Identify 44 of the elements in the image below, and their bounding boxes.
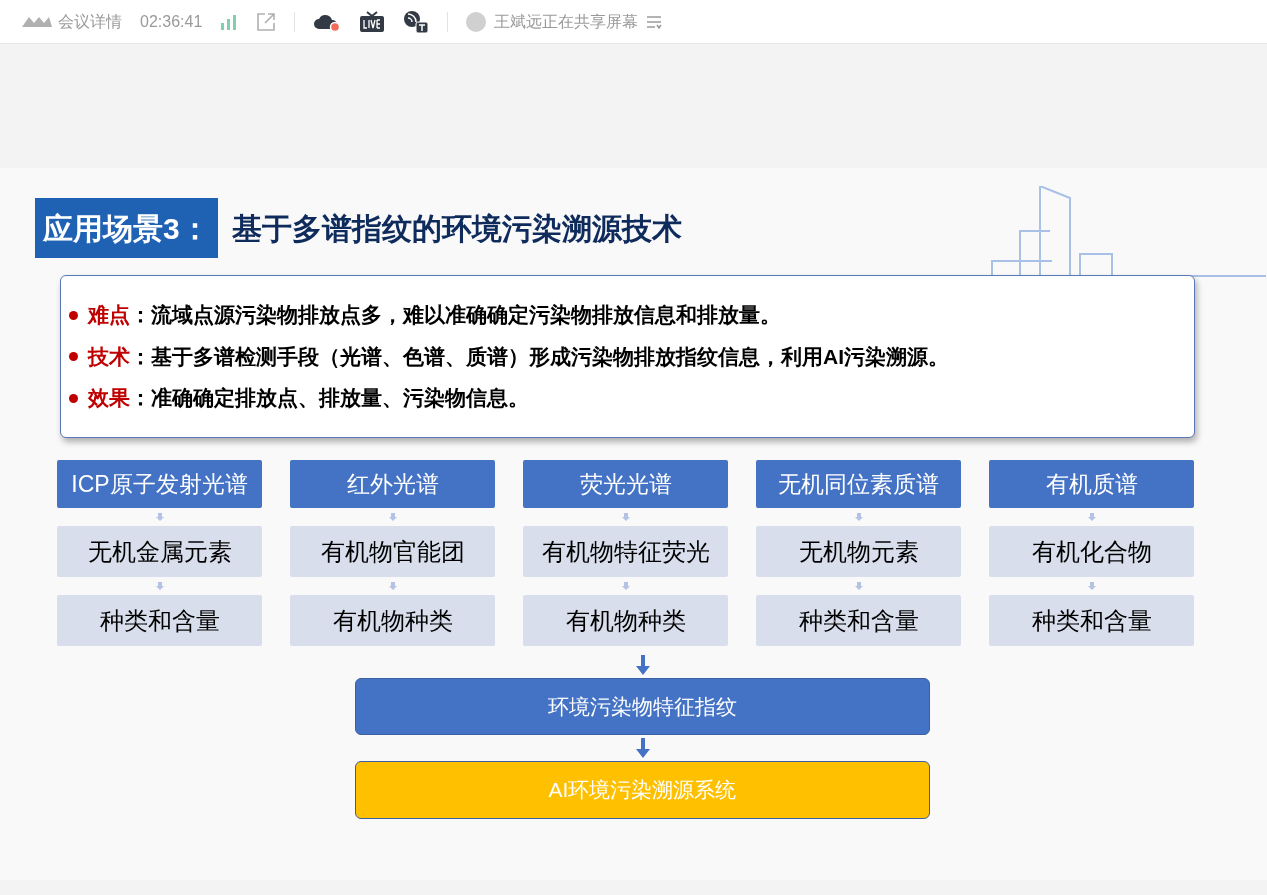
bullet-icon	[69, 352, 78, 361]
down-arrow-icon	[621, 582, 630, 590]
bullet-icon	[69, 393, 78, 403]
title-label: 应用场景3：	[35, 198, 218, 258]
bullet-icon	[69, 310, 78, 320]
slide-title: 基于多谱指纹的环境污染溯源技术	[231, 210, 682, 247]
result-box: 有机物种类	[290, 595, 495, 646]
method-box: 无机同位素质谱	[756, 460, 961, 508]
down-arrow-icon	[1087, 513, 1096, 521]
result-box: 无机物元素	[756, 526, 961, 577]
system-box: AI环境污染溯源系统	[355, 761, 930, 819]
down-arrow-icon	[388, 582, 397, 590]
result-box: 有机物种类	[523, 595, 728, 646]
down-arrow-icon	[155, 582, 164, 590]
result-box: 有机物特征荧光	[523, 526, 728, 577]
down-arrow-icon	[1087, 582, 1096, 590]
method-box: 荧光光谱	[523, 460, 728, 508]
fingerprint-box: 环境污染物特征指纹	[355, 678, 930, 735]
down-arrow-icon	[854, 513, 863, 521]
meeting-timer: 02:36:41	[140, 11, 203, 32]
key-point: 技术：基于多谱检测手段（光谱、色谱、质谱）形成污染物排放指纹信息，利用AI污染溯源。	[88, 343, 949, 370]
method-box: 有机质谱	[989, 460, 1194, 508]
result-box: 种类和含量	[756, 595, 961, 646]
key-point: 难点：流域点源污染物排放点多，难以准确确定污染物排放信息和排放量。	[88, 302, 781, 329]
caption-icon[interactable]	[403, 9, 430, 34]
down-arrow-icon	[388, 513, 397, 521]
meeting-details-link[interactable]: 会议详情	[58, 9, 122, 34]
result-box: 无机金属元素	[57, 526, 262, 577]
sharing-status: 王斌远正在共享屏幕	[494, 11, 639, 32]
signal-icon	[220, 13, 239, 30]
down-arrow-icon	[635, 655, 650, 675]
result-box: 种类和含量	[57, 595, 262, 646]
down-arrow-icon	[635, 738, 650, 758]
method-box: ICP原子发射光谱	[57, 460, 262, 508]
down-arrow-icon	[854, 582, 863, 590]
result-box: 有机物官能团	[290, 526, 495, 577]
key-point: 效果：准确确定排放点、排放量、污染物信息。	[88, 385, 529, 412]
method-box: 红外光谱	[290, 460, 495, 508]
result-box: 种类和含量	[989, 595, 1194, 646]
down-arrow-icon	[621, 513, 630, 521]
down-arrow-icon	[155, 513, 164, 521]
result-box: 有机化合物	[989, 526, 1194, 577]
live-tv-icon[interactable]	[359, 10, 386, 33]
avatar-icon	[466, 11, 487, 32]
